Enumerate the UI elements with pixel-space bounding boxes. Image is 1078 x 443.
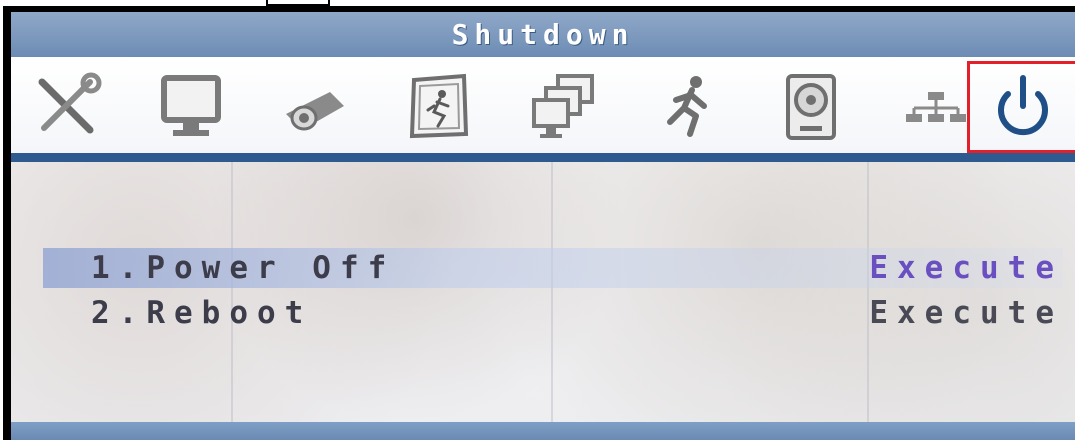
tools-icon[interactable] (25, 71, 109, 143)
toolbar-divider (11, 153, 1075, 162)
camera-icon[interactable] (273, 71, 357, 143)
bottom-bar (11, 422, 1075, 440)
motion-detection-icon[interactable] (397, 71, 481, 143)
shutdown-screen: Shutdown 1.Power Off Execute 2.Reboot Ex… (11, 12, 1075, 440)
title-bar: Shutdown (11, 12, 1075, 57)
network-icon[interactable] (893, 71, 977, 143)
menu-item-label: 2.Reboot (91, 295, 313, 331)
menu-item-power-off[interactable]: 1.Power Off Execute (43, 248, 1063, 288)
dialog-frame: Shutdown 1.Power Off Execute 2.Reboot Ex… (3, 6, 1075, 440)
execute-button[interactable]: Execute (869, 295, 1063, 331)
multi-screen-icon[interactable] (521, 71, 605, 143)
menu-item-reboot[interactable]: 2.Reboot Execute (43, 293, 1063, 333)
menu-panel: 1.Power Off Execute 2.Reboot Execute (11, 162, 1075, 440)
monitor-icon[interactable] (149, 71, 233, 143)
menu-item-label: 1.Power Off (91, 250, 396, 286)
hard-disk-icon[interactable] (769, 71, 853, 143)
power-icon[interactable] (967, 61, 1075, 153)
window-title: Shutdown (451, 18, 635, 51)
execute-button[interactable]: Execute (869, 250, 1063, 286)
running-man-icon[interactable] (645, 71, 729, 143)
icon-toolbar (11, 57, 1075, 153)
